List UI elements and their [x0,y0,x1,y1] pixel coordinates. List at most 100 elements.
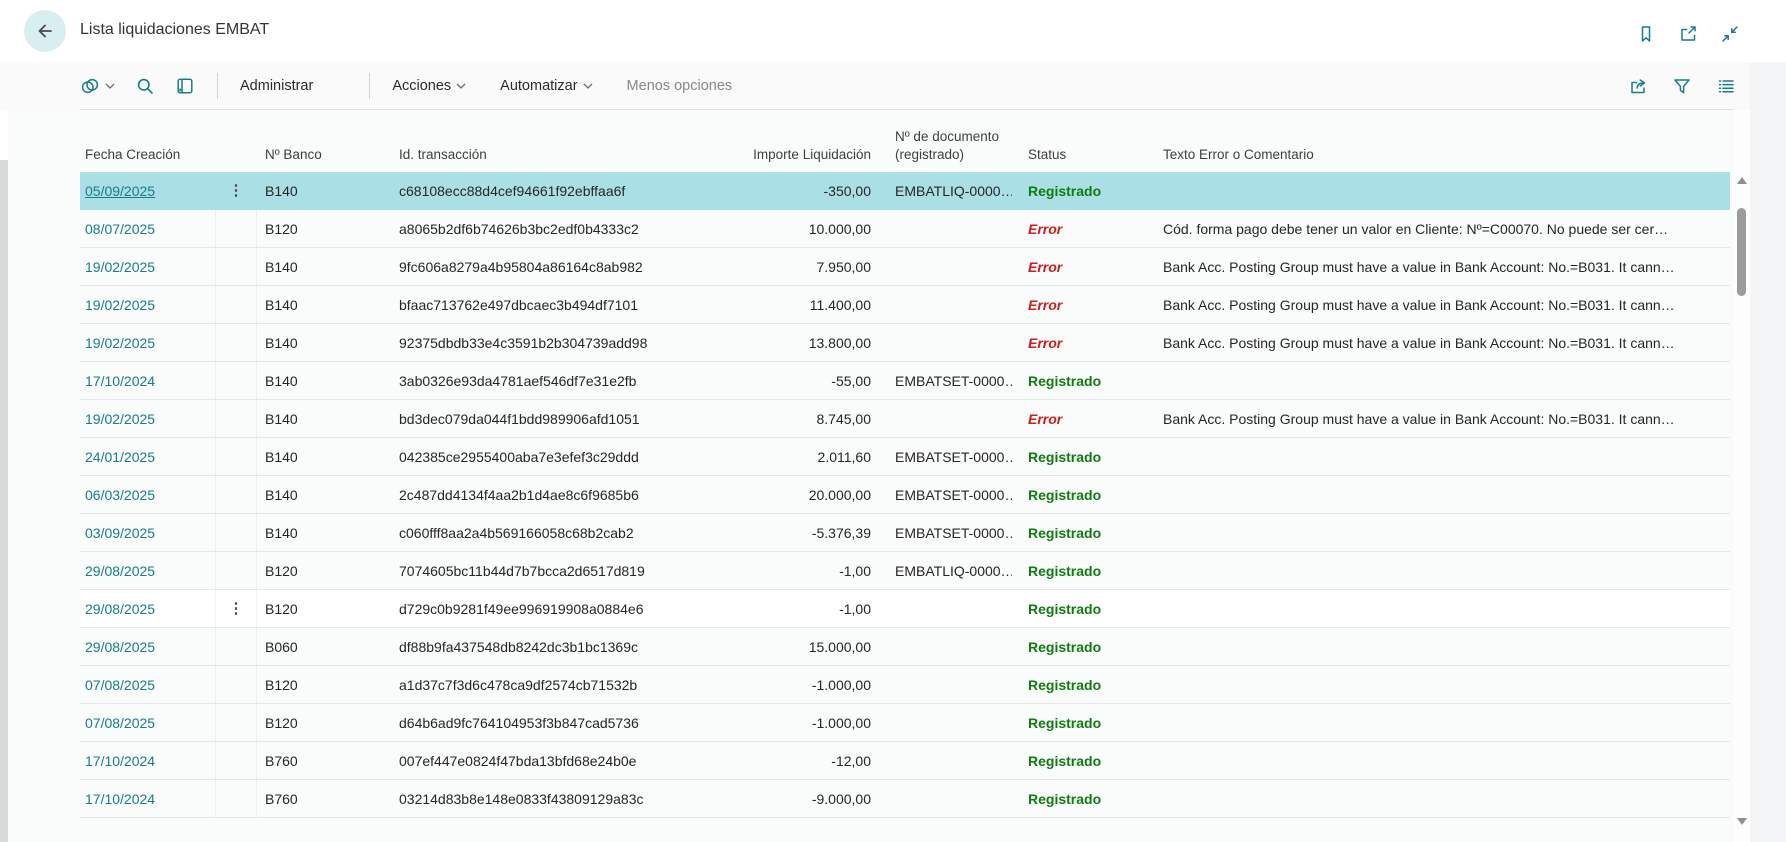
status-badge: Registrado [1012,639,1147,655]
action-bar: Administrar Acciones Automatizar Menos o… [0,62,1750,110]
no-banco-cell: B140 [257,525,391,541]
table-row[interactable]: 19/02/2025 ⋮ B140 bd3dec079da044f1bdd989… [80,400,1730,438]
col-header-no-documento-line2: (registrado) [895,146,1004,164]
status-badge: Registrado [1012,183,1147,199]
table-row[interactable]: 29/08/2025 ⋮ B120 d729c0b9281f49ee996919… [80,590,1730,628]
table-row[interactable]: 29/08/2025 ⋮ B060 df88b9fa437548db8242dc… [80,628,1730,666]
analyze-icon[interactable] [175,76,195,96]
share-icon[interactable] [1628,76,1648,96]
table-row[interactable]: 17/10/2024 ⋮ B760 03214d83b8e148e0833f43… [80,780,1730,818]
row-menu-cell: ⋮ [215,400,257,437]
fecha-creacion-cell: 07/08/2025 [80,715,215,731]
table-row[interactable]: 07/08/2025 ⋮ B120 d64b6ad9fc764104953f3b… [80,704,1730,742]
fecha-creacion-link[interactable]: 07/08/2025 [85,715,155,731]
no-documento-cell: EMBATSET-0000… [879,487,1012,503]
col-header-status[interactable]: Status [1012,147,1147,172]
status-badge: Error [1012,411,1147,427]
no-documento-cell: EMBATSET-0000… [879,525,1012,541]
col-header-fecha-creacion[interactable]: Fecha Creación [80,147,215,172]
row-menu-cell: ⋮ [215,324,257,361]
table-row[interactable]: 08/07/2025 ⋮ B120 a8065b2df6b74626b3bc2e… [80,210,1730,248]
no-banco-cell: B060 [257,639,391,655]
importe-liquidacion-cell: 11.400,00 [719,297,879,313]
id-transaccion-cell: 03214d83b8e148e0833f43809129a83c [391,791,719,807]
open-in-new-window-icon[interactable] [1678,24,1698,44]
row-menu-cell: ⋮ [215,666,257,703]
col-header-id-transaccion[interactable]: Id. transacción [391,147,719,172]
collapse-icon[interactable] [1720,24,1740,44]
texto-error-cell: Bank Acc. Posting Group must have a valu… [1147,259,1730,275]
col-header-no-documento[interactable]: Nº de documento (registrado) [879,128,1012,172]
importe-liquidacion-cell: -55,00 [719,373,879,389]
col-header-importe-liquidacion[interactable]: Importe Liquidación [719,147,879,172]
col-header-no-banco[interactable]: Nº Banco [257,147,391,172]
menu-acciones[interactable]: Acciones [392,78,466,94]
table-row[interactable]: 07/08/2025 ⋮ B120 a1d37c7f3d6c478ca9df25… [80,666,1730,704]
fecha-creacion-link[interactable]: 05/09/2025 [85,183,155,199]
row-menu-cell: ⋮ [215,590,257,627]
table-row[interactable]: 19/02/2025 ⋮ B140 bfaac713762e497dbcaec3… [80,286,1730,324]
fecha-creacion-link[interactable]: 29/08/2025 [85,601,155,617]
switch-view-icon [80,76,100,96]
fecha-creacion-cell: 19/02/2025 [80,259,215,275]
chevron-down-icon [583,83,593,89]
scrollbar-up-arrow[interactable] [1737,177,1747,184]
fecha-creacion-link[interactable]: 19/02/2025 [85,297,155,313]
scrollbar-thumb[interactable] [1737,208,1746,296]
col-header-texto-error[interactable]: Texto Error o Comentario [1147,147,1730,172]
fecha-creacion-link[interactable]: 03/09/2025 [85,525,155,541]
choose-columns-icon[interactable] [1716,76,1736,96]
app-window: Lista liquidaciones EMBAT [0,0,1786,842]
menu-automatizar[interactable]: Automatizar [500,78,592,94]
no-banco-cell: B140 [257,183,391,199]
table-row[interactable]: 06/03/2025 ⋮ B140 2c487dd4134f4aa2b1d4ae… [80,476,1730,514]
table-row[interactable]: 17/10/2024 ⋮ B140 3ab0326e93da4781aef546… [80,362,1730,400]
status-badge: Registrado [1012,487,1147,503]
switch-view-button[interactable] [80,76,115,96]
menu-administrar[interactable]: Administrar [240,78,313,94]
action-bar-icons-right [1628,76,1736,96]
back-button[interactable] [24,10,66,52]
importe-liquidacion-cell: 13.800,00 [719,335,879,351]
fecha-creacion-link[interactable]: 07/08/2025 [85,677,155,693]
table-row[interactable]: 17/10/2024 ⋮ B760 007ef447e0824f47bda13b… [80,742,1730,780]
fecha-creacion-link[interactable]: 08/07/2025 [85,221,155,237]
menu-menos-opciones[interactable]: Menos opciones [627,78,733,94]
row-context-menu-button[interactable]: ⋮ [229,601,244,616]
fecha-creacion-link[interactable]: 17/10/2024 [85,373,155,389]
fecha-creacion-link[interactable]: 06/03/2025 [85,487,155,503]
table-row[interactable]: 29/08/2025 ⋮ B120 7074605bc11b44d7b7bcca… [80,552,1730,590]
filter-icon[interactable] [1672,76,1692,96]
status-badge: Error [1012,335,1147,351]
fecha-creacion-link[interactable]: 24/01/2025 [85,449,155,465]
fecha-creacion-link[interactable]: 17/10/2024 [85,791,155,807]
fecha-creacion-cell: 19/02/2025 [80,411,215,427]
search-icon[interactable] [135,76,155,96]
table-row[interactable]: 24/01/2025 ⋮ B140 042385ce2955400aba7e3e… [80,438,1730,476]
fecha-creacion-link[interactable]: 19/02/2025 [85,411,155,427]
no-banco-cell: B140 [257,373,391,389]
table-row[interactable]: 05/09/2025 ⋮ B140 c68108ecc88d4cef94661f… [80,172,1730,210]
fecha-creacion-link[interactable]: 29/08/2025 [85,639,155,655]
bookmark-icon[interactable] [1636,24,1656,44]
row-menu-cell: ⋮ [215,742,257,779]
chevron-down-icon [456,83,466,89]
no-banco-cell: B760 [257,791,391,807]
no-banco-cell: B140 [257,449,391,465]
row-context-menu-button[interactable]: ⋮ [229,183,244,198]
table-row[interactable]: 19/02/2025 ⋮ B140 9fc606a8279a4b95804a86… [80,248,1730,286]
fecha-creacion-link[interactable]: 17/10/2024 [85,753,155,769]
fecha-creacion-cell: 07/08/2025 [80,677,215,693]
vertical-scrollbar[interactable] [1734,112,1750,842]
fecha-creacion-link[interactable]: 29/08/2025 [85,563,155,579]
fecha-creacion-link[interactable]: 19/02/2025 [85,259,155,275]
fecha-creacion-cell: 17/10/2024 [80,791,215,807]
row-menu-cell: ⋮ [215,514,257,551]
table-row[interactable]: 03/09/2025 ⋮ B140 c060fff8aa2a4b56916605… [80,514,1730,552]
table-row[interactable]: 19/02/2025 ⋮ B140 92375dbdb33e4c3591b2b3… [80,324,1730,362]
fecha-creacion-link[interactable]: 19/02/2025 [85,335,155,351]
texto-error-cell: Bank Acc. Posting Group must have a valu… [1147,411,1730,427]
id-transaccion-cell: bd3dec079da044f1bdd989906afd1051 [391,411,719,427]
row-menu-cell: ⋮ [215,362,257,399]
scrollbar-down-arrow[interactable] [1737,818,1747,825]
